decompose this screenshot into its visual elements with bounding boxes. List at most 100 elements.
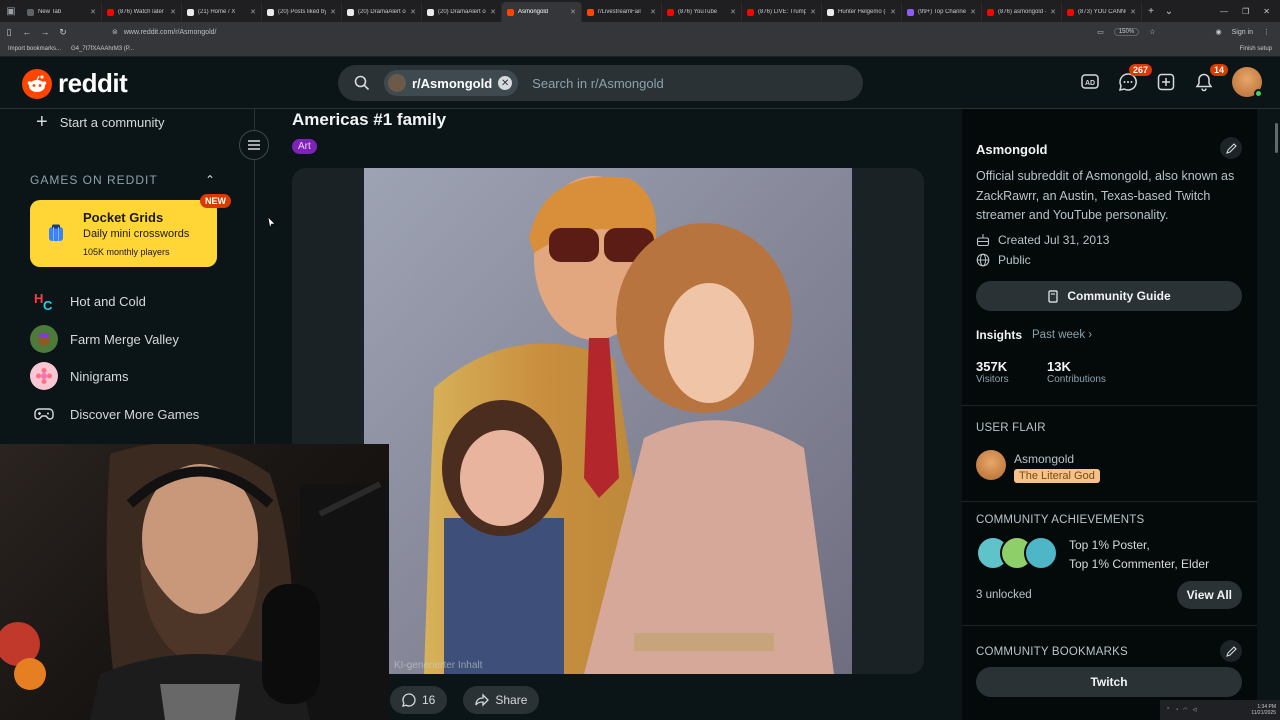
new-tab-button[interactable]: +: [1142, 6, 1160, 17]
tab-actions-icon[interactable]: ▣: [0, 0, 22, 22]
tab-close-icon[interactable]: ✕: [970, 8, 976, 16]
svg-text:AD: AD: [1085, 80, 1095, 87]
post-flair[interactable]: Art: [292, 139, 317, 154]
browser-tab[interactable]: (876) LIVE: Trump c✕: [742, 2, 822, 22]
browser-tab[interactable]: Hunter Helgemo (@ ✕: [822, 2, 902, 22]
collapse-nav-button[interactable]: [239, 130, 269, 160]
tab-search-icon[interactable]: ⌄: [1160, 6, 1178, 17]
sign-in-button[interactable]: Sign in: [1232, 29, 1253, 36]
new-badge: NEW: [200, 194, 231, 208]
reload-icon[interactable]: ↻: [54, 27, 72, 38]
tray-expand-icon[interactable]: ⌃: [1166, 707, 1170, 713]
tab-close-icon[interactable]: ✕: [730, 8, 736, 16]
bookmark-import[interactable]: Import bookmarks...: [8, 46, 61, 52]
page-scrollbar[interactable]: [1273, 109, 1280, 720]
tab-label: (876) YouTube: [678, 9, 718, 15]
zoom-level[interactable]: 150%: [1113, 28, 1140, 36]
clear-community-icon[interactable]: ✕: [498, 76, 513, 90]
games-section-header[interactable]: GAMES ON REDDIT ⌃: [30, 173, 216, 187]
game-item-hot-and-cold[interactable]: HC Hot and Cold: [30, 287, 146, 315]
browser-tab[interactable]: New Tab ✕: [22, 2, 102, 22]
scrollbar-thumb[interactable]: [1275, 123, 1278, 153]
chat-icon[interactable]: 267: [1118, 64, 1152, 92]
start-community-link[interactable]: + Start a community: [36, 111, 164, 134]
community-guide-button[interactable]: Community Guide: [976, 281, 1242, 311]
featured-game-card[interactable]: Pocket Grids Daily mini crosswords 105K …: [30, 194, 231, 267]
discover-more-games-link[interactable]: Discover More Games: [30, 400, 199, 428]
window-controls: — ❐ ✕: [1220, 7, 1280, 16]
bookmark-item[interactable]: G4_7t7fXAAAhrM3 (P...: [71, 46, 134, 52]
bookmark-star-icon[interactable]: ☆: [1149, 28, 1155, 36]
user-flair-row[interactable]: Asmongold The Literal God: [976, 450, 1242, 483]
forward-icon[interactable]: →: [36, 27, 54, 37]
browser-tab[interactable]: (876) Watch later - ✕: [102, 2, 182, 22]
community-chip[interactable]: r/Asmongold ✕: [384, 70, 519, 96]
browser-tab[interactable]: (876) asmongold - ✕: [982, 2, 1062, 22]
tab-close-icon[interactable]: ✕: [890, 8, 896, 16]
browser-tab[interactable]: Asmongold ✕: [502, 2, 582, 22]
share-label: Share: [495, 693, 528, 707]
twitch-bookmark-button[interactable]: Twitch: [976, 667, 1242, 697]
post-title[interactable]: Americas #1 family: [292, 110, 446, 130]
browser-tab[interactable]: r/LivestreamFail ✕: [582, 2, 662, 22]
reddit-logo[interactable]: reddit: [22, 68, 128, 99]
close-window-icon[interactable]: ✕: [1263, 7, 1270, 16]
snoo-icon: [22, 68, 52, 99]
tab-close-icon[interactable]: ✕: [170, 8, 176, 16]
tab-favicon-icon: [987, 8, 994, 16]
clock-date: 11/21/2025: [1251, 710, 1276, 716]
achievement-line-2: Top 1% Commenter, Elder: [1069, 557, 1210, 571]
comments-button[interactable]: 16: [390, 686, 448, 714]
tab-close-icon[interactable]: ✕: [1130, 8, 1136, 16]
tab-close-icon[interactable]: ✕: [810, 8, 816, 16]
tab-close-icon[interactable]: ✕: [570, 8, 576, 16]
tab-close-icon[interactable]: ✕: [90, 8, 96, 16]
maximize-icon[interactable]: ❐: [1242, 7, 1249, 16]
tab-label: (873) YOU CANNO: [1078, 9, 1127, 15]
browser-tab[interactable]: (873) YOU CANNO ✕: [1062, 2, 1142, 22]
create-post-icon[interactable]: [1156, 72, 1176, 92]
tab-close-icon[interactable]: ✕: [330, 8, 336, 16]
minimize-icon[interactable]: —: [1220, 7, 1228, 16]
user-avatar[interactable]: [1232, 67, 1263, 98]
site-info-icon[interactable]: ⊜: [112, 28, 118, 36]
book-icon: [1048, 289, 1058, 303]
tab-close-icon[interactable]: ✕: [1050, 8, 1056, 16]
browser-tab[interactable]: (21) Home / X ✕: [182, 2, 262, 22]
tab-label: (20) DramaAlert on: [358, 9, 407, 15]
search-bar[interactable]: r/Asmongold ✕ Search in r/Asmongold: [338, 65, 863, 101]
back-icon[interactable]: ←: [18, 27, 36, 37]
divider: [962, 405, 1257, 406]
game-item-farm-merge-valley[interactable]: Farm Merge Valley: [30, 325, 179, 353]
tab-close-icon[interactable]: ✕: [650, 8, 656, 16]
achievements-row[interactable]: Top 1% Poster, Top 1% Commenter, Elder: [976, 536, 1242, 572]
menu-dots-icon[interactable]: ⋮: [1263, 28, 1270, 36]
notifications-bell-icon[interactable]: 14: [1194, 64, 1228, 92]
tab-close-icon[interactable]: ✕: [250, 8, 256, 16]
browser-tab[interactable]: (20) Posts liked by ✕: [262, 2, 342, 22]
view-all-button[interactable]: View All: [1176, 581, 1242, 609]
tab-close-icon[interactable]: ✕: [410, 8, 416, 16]
browser-tab[interactable]: (20) DramaAlert on ✕: [342, 2, 422, 22]
community-chip-label: r/Asmongold: [412, 75, 493, 91]
tab-close-icon[interactable]: ✕: [490, 8, 496, 16]
wifi-icon[interactable]: ◠: [1183, 707, 1187, 713]
clock[interactable]: 1:34 PM 11/21/2025: [1251, 704, 1280, 716]
game-item-ninigrams[interactable]: Ninigrams: [30, 362, 129, 390]
sidebar-toggle-icon[interactable]: ▯: [0, 27, 18, 38]
finish-setup-button[interactable]: Finish setup: [1240, 46, 1280, 52]
share-button[interactable]: Share: [463, 686, 540, 714]
browser-tab[interactable]: (99+) Top Channel ✕: [902, 2, 982, 22]
volume-icon[interactable]: ◁: [1193, 707, 1197, 713]
advertise-icon[interactable]: AD: [1080, 72, 1100, 92]
cast-icon[interactable]: ▭: [1097, 28, 1104, 36]
edit-community-button[interactable]: [1220, 137, 1242, 159]
insights-range-link[interactable]: Past week ›: [1032, 329, 1092, 341]
browser-tab[interactable]: (20) DramaAlert on ✕: [422, 2, 502, 22]
user-flair-header: USER FLAIR: [976, 422, 1046, 434]
edit-bookmarks-button[interactable]: [1220, 640, 1242, 662]
browser-tab[interactable]: (876) YouTube ✕: [662, 2, 742, 22]
network-icon[interactable]: ◔: [1175, 707, 1178, 713]
profile-icon[interactable]: ◉: [1215, 28, 1221, 36]
url-field[interactable]: ⊜ www.reddit.com/r/Asmongold/: [112, 28, 216, 37]
